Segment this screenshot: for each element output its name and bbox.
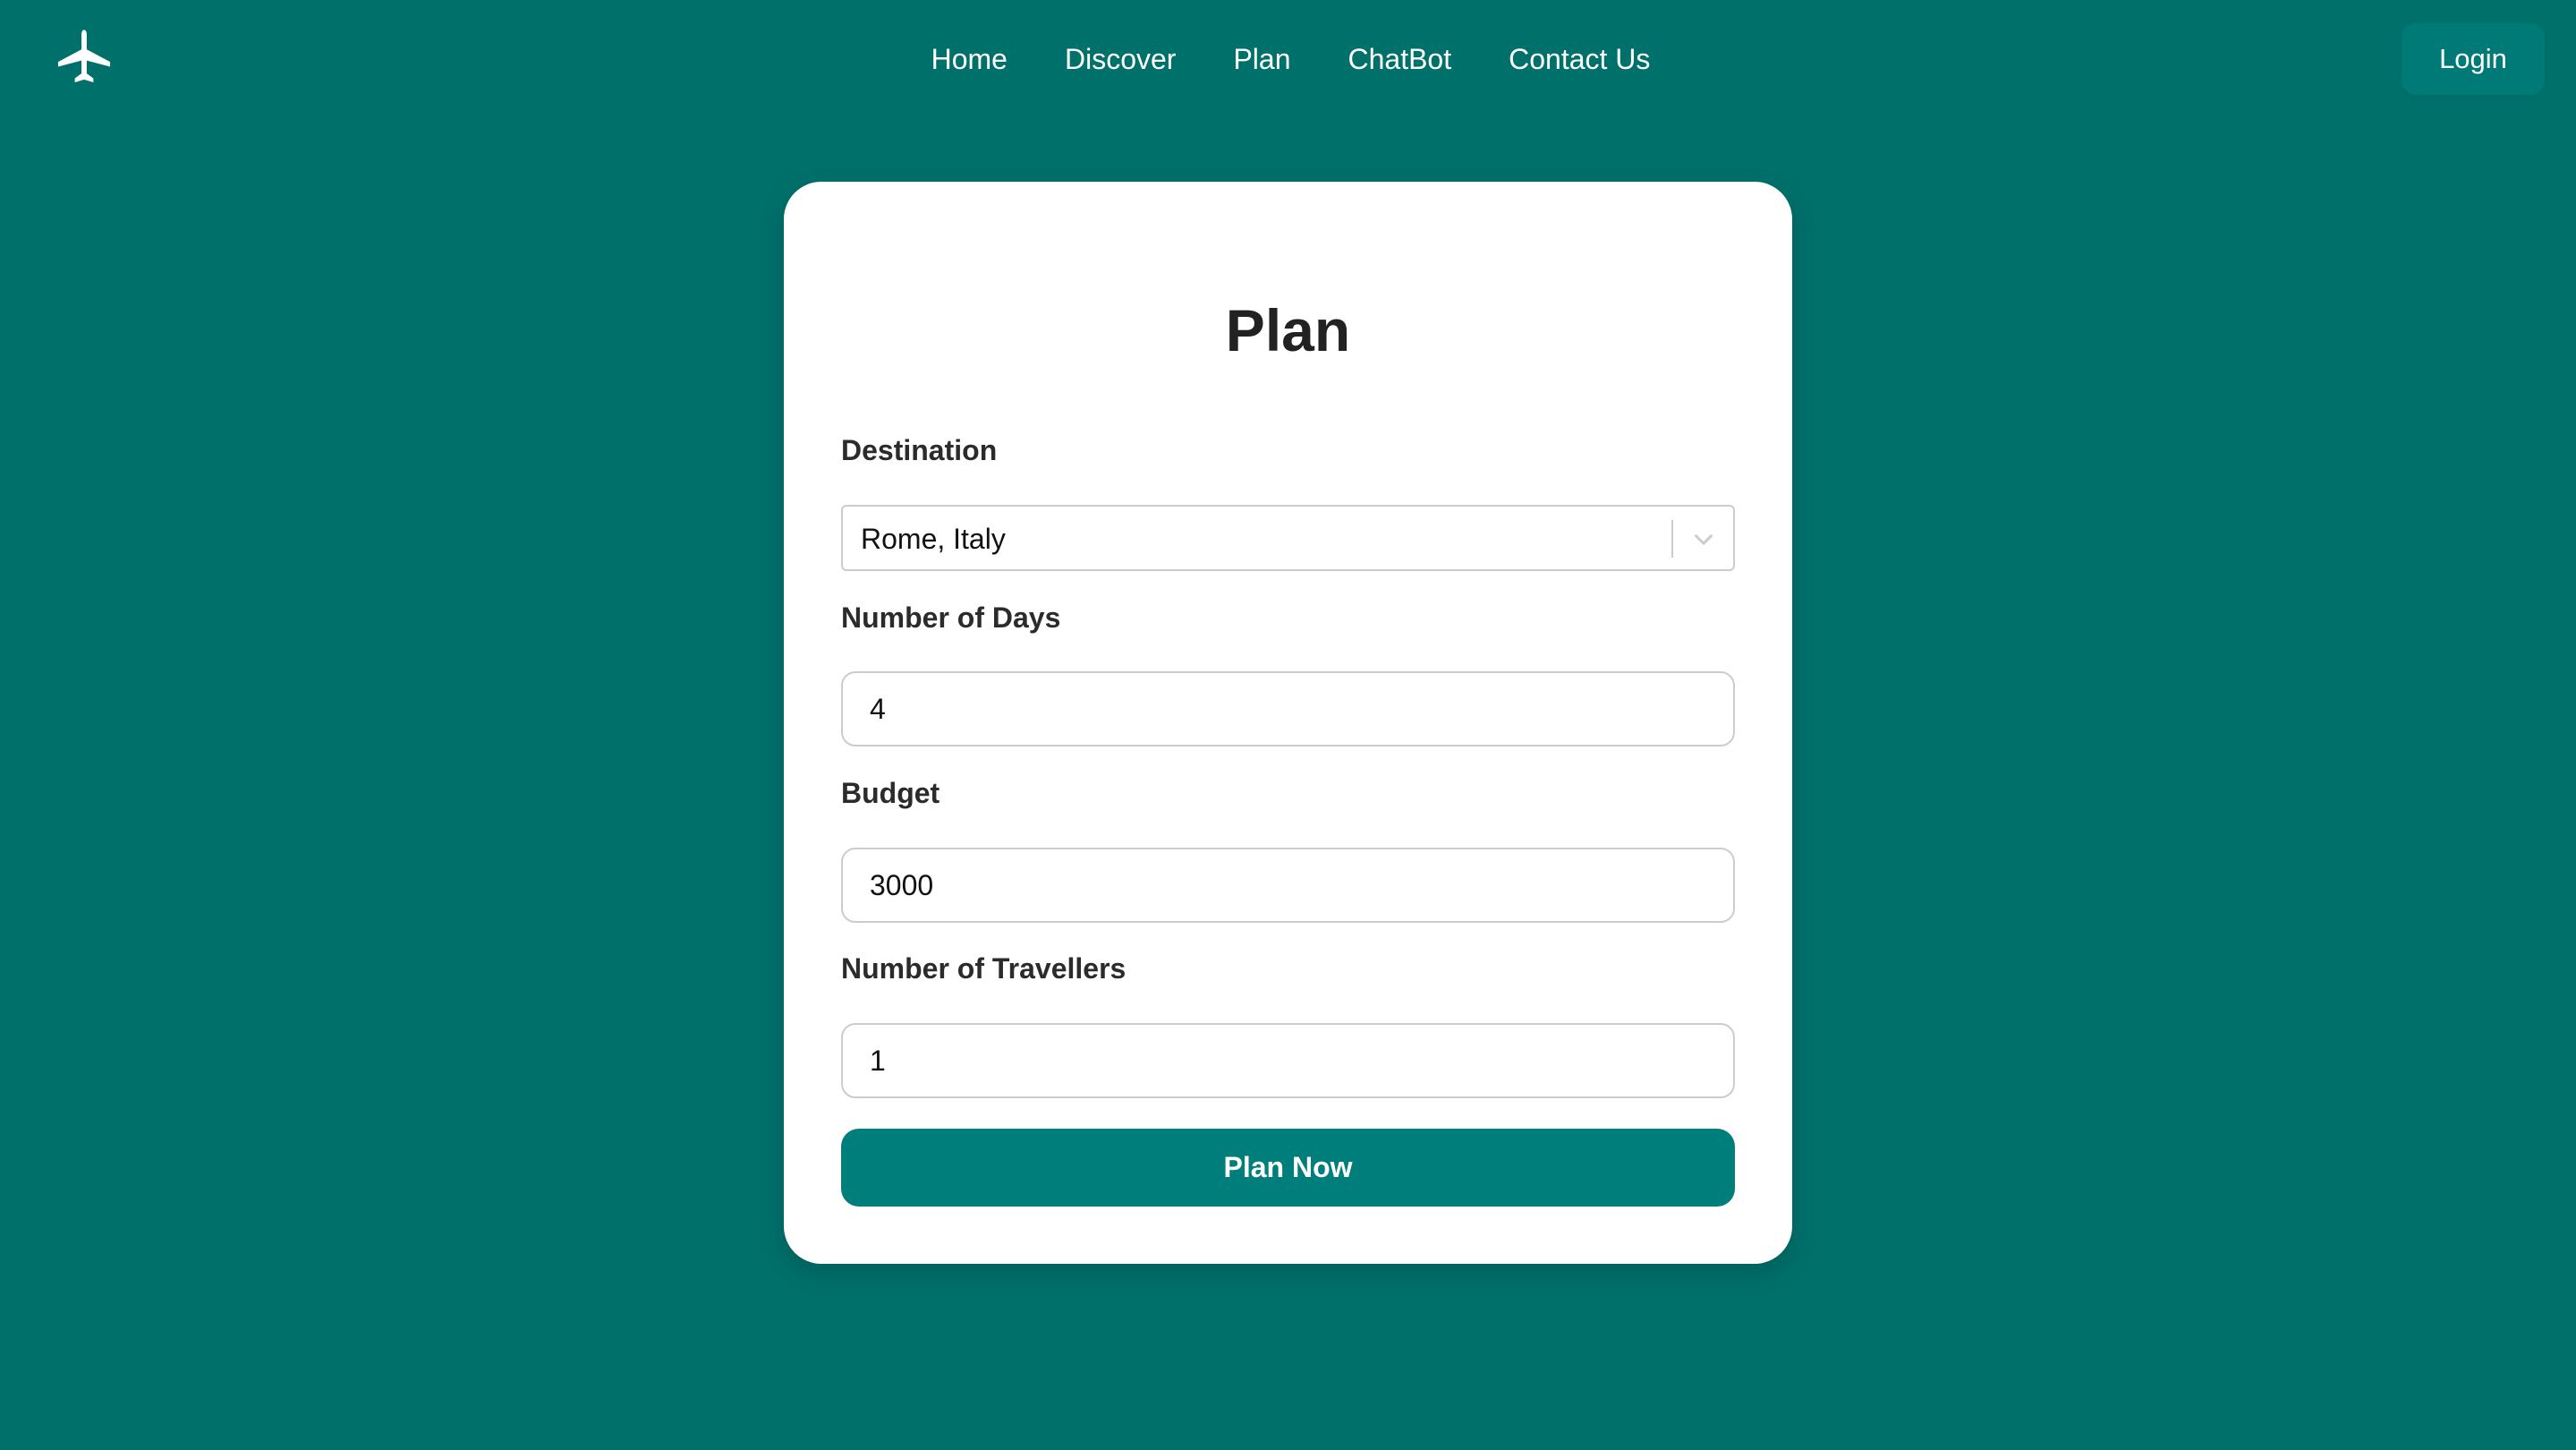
nav-contact-us-link[interactable]: Contact Us [1509, 39, 1650, 79]
nav-discover-link[interactable]: Discover [1065, 39, 1176, 79]
budget-input[interactable] [841, 848, 1735, 923]
login-button[interactable]: Login [2402, 23, 2545, 95]
plan-now-button[interactable]: Plan Now [841, 1129, 1735, 1207]
days-label: Number of Days [841, 601, 1061, 634]
chevron-down-icon[interactable] [1691, 527, 1716, 552]
nav-plan-link[interactable]: Plan [1233, 39, 1290, 79]
travellers-input[interactable] [841, 1023, 1735, 1098]
select-divider [1671, 520, 1673, 558]
budget-label: Budget [841, 777, 940, 809]
navbar: Home Discover Plan ChatBot Contact Us Lo… [0, 0, 2576, 120]
destination-select[interactable]: Rome, Italy [841, 505, 1735, 571]
page-title: Plan [1225, 297, 1351, 363]
destination-label: Destination [841, 434, 998, 466]
days-input[interactable] [841, 671, 1735, 746]
plan-form-card: Plan Destination Rome, Italy Number of D… [784, 182, 1792, 1264]
travellers-label: Number of Travellers [841, 952, 1126, 985]
nav-home-link[interactable]: Home [931, 39, 1007, 79]
nav-chatbot-link[interactable]: ChatBot [1348, 39, 1451, 79]
main-nav: Home Discover Plan ChatBot Contact Us [0, 39, 2576, 79]
destination-selected-value: Rome, Italy [861, 523, 1006, 555]
